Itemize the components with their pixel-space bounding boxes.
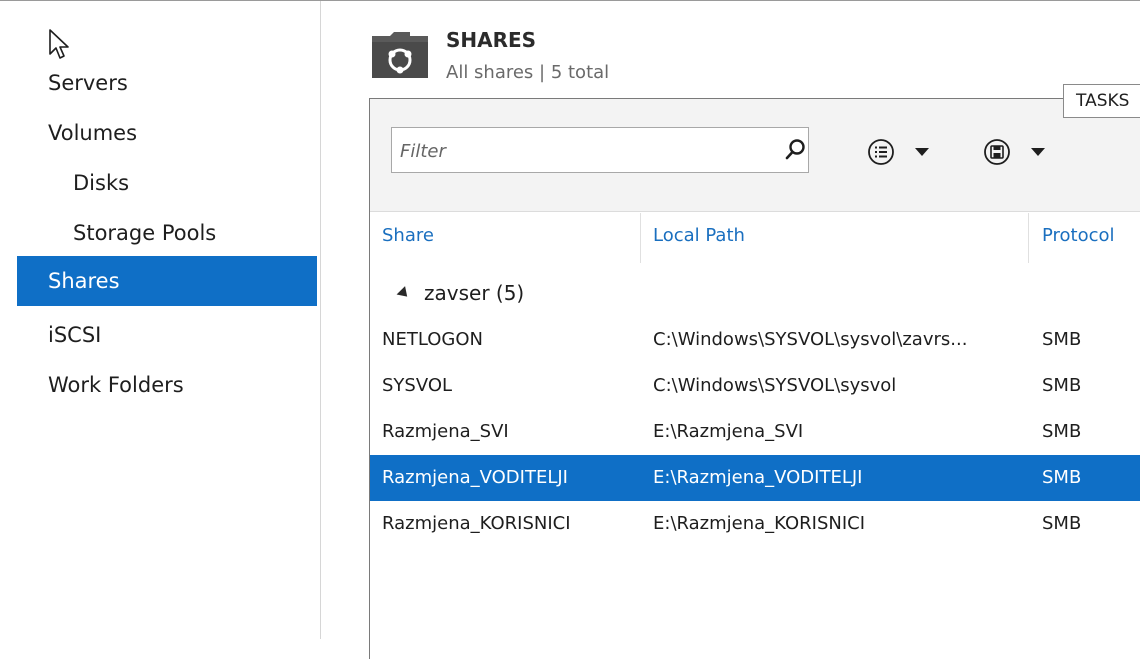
page-subtitle: All shares | 5 total [446, 62, 610, 83]
caret-down-icon [1031, 148, 1045, 156]
nav-item-storage-pools[interactable]: Storage Pools [17, 208, 317, 258]
cell-local-path: E:\Razmjena_VODITELJI [653, 467, 863, 488]
column-header-share[interactable]: Share [382, 225, 434, 246]
nav-item-disks[interactable]: Disks [17, 158, 317, 208]
nav-item-label: Servers [48, 71, 128, 95]
nav-item-label: Work Folders [48, 373, 184, 397]
cell-share: Razmjena_KORISNICI [382, 513, 571, 534]
save-icon [984, 139, 1010, 165]
nav-item-label: Shares [48, 269, 120, 293]
table-row[interactable]: Razmjena_SVI E:\Razmjena_SVI SMB [370, 409, 1140, 455]
mouse-pointer-icon [49, 29, 69, 59]
column-divider[interactable] [640, 213, 641, 263]
nav-item-volumes[interactable]: Volumes [17, 108, 317, 158]
cell-local-path: E:\Razmjena_KORISNICI [653, 513, 866, 534]
nav-item-label: iSCSI [48, 323, 102, 347]
cell-local-path: E:\Razmjena_SVI [653, 421, 804, 442]
cell-local-path: C:\Windows\SYSVOL\sysvol [653, 375, 897, 396]
cell-share: SYSVOL [382, 375, 453, 396]
column-header-protocol[interactable]: Protocol [1042, 225, 1115, 246]
nav-item-label: Volumes [48, 121, 138, 145]
cell-protocol: SMB [1042, 513, 1082, 534]
table-row[interactable]: SYSVOL C:\Windows\SYSVOL\sysvol SMB [370, 363, 1140, 409]
nav-item-label: Disks [73, 171, 130, 195]
list-view-icon [868, 139, 894, 165]
caret-down-icon [915, 148, 929, 156]
tasks-button[interactable]: TASKS [1063, 84, 1140, 118]
filter-box[interactable] [391, 127, 809, 174]
cell-protocol: SMB [1042, 375, 1082, 396]
collapse-triangle-icon[interactable] [396, 286, 412, 301]
nav-item-work-folders[interactable]: Work Folders [17, 360, 317, 410]
view-options-button[interactable] [866, 137, 946, 165]
group-label: zavser (5) [424, 281, 525, 305]
search-icon[interactable] [784, 138, 806, 162]
tasks-button-label: TASKS [1076, 91, 1130, 111]
column-header-local-path[interactable]: Local Path [653, 225, 745, 246]
filter-input[interactable] [392, 128, 772, 174]
cell-protocol: SMB [1042, 421, 1082, 442]
column-divider[interactable] [1028, 213, 1029, 263]
table-row[interactable]: Razmjena_KORISNICI E:\Razmjena_KORISNICI… [370, 501, 1140, 547]
group-header[interactable]: zavser (5) [396, 281, 525, 305]
table-row[interactable]: NETLOGON C:\Windows\SYSVOL\sysvol\zavrs.… [370, 317, 1140, 363]
cell-local-path: C:\Windows\SYSVOL\sysvol\zavrs... [653, 329, 968, 350]
cell-protocol: SMB [1042, 467, 1082, 488]
shares-folder-icon [372, 32, 428, 78]
nav-item-servers[interactable]: Servers [17, 58, 317, 108]
nav-item-iscsi[interactable]: iSCSI [17, 310, 317, 360]
save-options-button[interactable] [982, 137, 1062, 165]
navigation-pane: Servers Volumes Disks Storage Pools Shar… [0, 1, 320, 639]
cell-protocol: SMB [1042, 329, 1082, 350]
cell-share: NETLOGON [382, 329, 483, 350]
tile-toolbar [370, 99, 1140, 212]
page-title: SHARES [446, 28, 537, 52]
shares-tile: Share Local Path Protocol zavser (5) NET… [369, 98, 1140, 659]
cell-share: Razmjena_VODITELJI [382, 467, 568, 488]
nav-item-shares[interactable]: Shares [17, 256, 317, 306]
table-row-selected[interactable]: Razmjena_VODITELJI E:\Razmjena_VODITELJI… [370, 455, 1140, 501]
cell-share: Razmjena_SVI [382, 421, 509, 442]
pane-divider[interactable] [320, 1, 321, 639]
nav-item-label: Storage Pools [73, 221, 217, 245]
